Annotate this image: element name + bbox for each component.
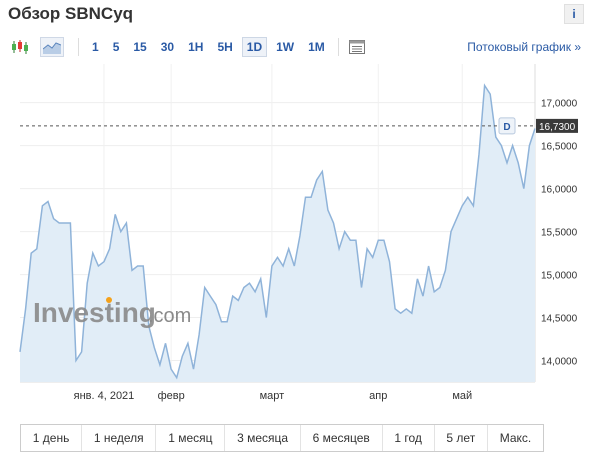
y-tick-label: 16,0000: [541, 185, 578, 196]
toolbar-divider: [337, 38, 339, 56]
watermark-suffix: .com: [148, 305, 191, 327]
marker-d-flag[interactable]: D: [498, 117, 516, 135]
price-area: [20, 85, 535, 382]
current-price-badge: 16,7300: [536, 118, 578, 133]
y-tick-label: 16,5000: [541, 142, 578, 153]
range-max[interactable]: Макс.: [488, 425, 543, 451]
range-3-months[interactable]: 3 месяца: [225, 425, 301, 451]
range-1-year[interactable]: 1 год: [383, 425, 435, 451]
timeframe-1[interactable]: 1: [87, 37, 104, 57]
y-tick-label: 15,0000: [541, 271, 578, 282]
range-1-day[interactable]: 1 день: [21, 425, 83, 451]
price-chart-svg: Investing .com D 17,0000 16,5000 16,0000 15…: [19, 64, 578, 402]
y-axis: 17,0000 16,5000 16,0000 15,5000 15,0000 14,50…: [541, 99, 578, 368]
timeframe-5[interactable]: 5: [108, 37, 125, 57]
x-tick-label: февр: [158, 390, 185, 402]
range-6-months[interactable]: 6 месяцев: [301, 425, 383, 451]
range-5-years[interactable]: 5 лет: [435, 425, 488, 451]
timeframe-1w[interactable]: 1W: [271, 37, 299, 57]
marker-label: D: [503, 122, 510, 133]
table-icon[interactable]: [347, 38, 367, 56]
watermark-logo: Investing .com: [33, 297, 191, 328]
y-tick-label: 15,5000: [541, 228, 578, 239]
timeframe-30[interactable]: 30: [156, 37, 179, 57]
price-chart: Investing .com D 17,0000 16,5000 16,0000 15…: [0, 64, 590, 409]
area-chart-icon[interactable]: [40, 37, 64, 57]
x-tick-label: май: [452, 390, 472, 402]
timeframe-15[interactable]: 15: [128, 37, 151, 57]
y-tick-label: 14,0000: [541, 357, 578, 368]
timeframe-1m[interactable]: 1M: [303, 37, 330, 57]
x-tick-label: март: [260, 390, 285, 402]
timeframe-1h[interactable]: 1H: [183, 37, 208, 57]
watermark-brand: Investing: [33, 297, 156, 328]
stream-chart-link[interactable]: Потоковый график »: [467, 40, 581, 54]
widget-header: Обзор SBNCyq i: [0, 0, 590, 30]
candlestick-icon[interactable]: [10, 38, 30, 56]
toolbar-divider: [78, 38, 79, 56]
y-tick-label: 17,0000: [541, 99, 578, 110]
logo-dot-icon: [106, 297, 112, 303]
timeframe-1d[interactable]: 1D: [241, 37, 268, 57]
x-tick-label: янв. 4, 2021: [74, 390, 135, 402]
x-axis: янв. 4, 2021 февр март апр май: [74, 390, 473, 402]
timeframe-5h[interactable]: 5H: [212, 37, 237, 57]
current-price-label: 16,7300: [539, 122, 576, 133]
y-tick-label: 14,5000: [541, 314, 578, 325]
range-1-month[interactable]: 1 месяц: [156, 425, 226, 451]
range-1-week[interactable]: 1 неделя: [82, 425, 157, 451]
chart-toolbar: 1 5 15 30 1H 5H 1D 1W 1M Потоковый графи…: [10, 34, 585, 60]
x-tick-label: апр: [369, 390, 387, 402]
time-range-selector: 1 день 1 неделя 1 месяц 3 месяца 6 месяц…: [20, 424, 544, 452]
page-title: Обзор SBNCyq: [8, 4, 134, 23]
info-button[interactable]: i: [564, 4, 584, 24]
